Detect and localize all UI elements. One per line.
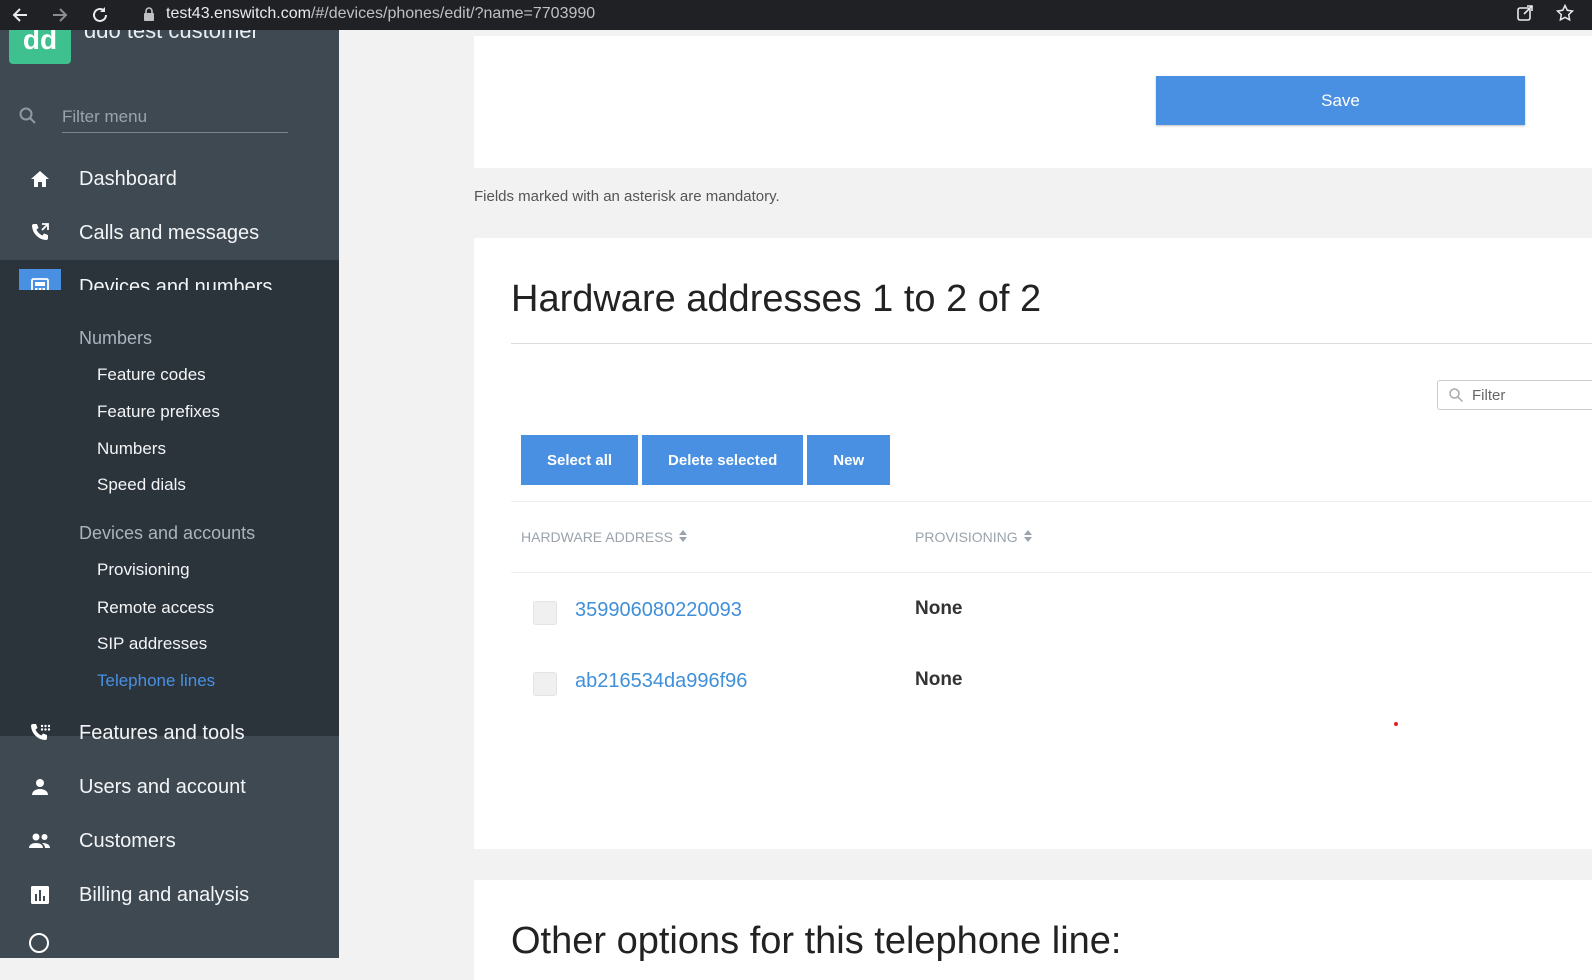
submenu-item-speed-dials[interactable]: Speed dials (97, 475, 186, 495)
divider (511, 572, 1592, 573)
home-icon (28, 167, 52, 191)
provisioning-value: None (915, 669, 963, 690)
back-arrow-icon (12, 8, 27, 22)
column-header-hardware-address[interactable]: HARDWARE ADDRESS (521, 529, 687, 545)
url-text: test43.enswitch.com/#/devices/phones/edi… (166, 5, 595, 23)
table-row: 359906080220093 None (511, 590, 1592, 650)
submenu-heading-devices-and-accounts: Devices and accounts (79, 523, 256, 543)
divider (511, 501, 1592, 502)
sidebar: dd ddo test customer Dashboard Calls and… (0, 30, 339, 958)
save-button[interactable]: Save (1156, 76, 1525, 125)
nav-label: Calls and messages (79, 221, 260, 244)
nav-label: Dashboard (79, 167, 177, 190)
reload-button[interactable] (80, 0, 120, 30)
user-icon (28, 775, 52, 799)
form-card: Save (474, 36, 1592, 168)
nav-billing-and-analysis[interactable]: Billing and analysis (0, 868, 339, 922)
hardware-addresses-card: Hardware addresses 1 to 2 of 2 Select al… (474, 238, 1592, 849)
reload-icon (93, 7, 107, 22)
submenu-item-provisioning[interactable]: Provisioning (97, 560, 190, 580)
lock-icon (142, 7, 156, 21)
back-button[interactable] (0, 0, 40, 30)
submenu-item-feature-prefixes[interactable]: Feature prefixes (97, 402, 220, 422)
phone-call-icon (28, 221, 52, 245)
table-row: ab216534da996f96 None (511, 661, 1592, 721)
section-title: Hardware addresses 1 to 2 of 2 (511, 278, 1042, 320)
submenu-heading-numbers: Numbers (79, 328, 153, 348)
brand-name[interactable]: ddo test customer (84, 30, 259, 44)
provisioning-value: None (915, 598, 963, 619)
column-header-label: HARDWARE ADDRESS (521, 529, 673, 545)
submenu-item-remote-access[interactable]: Remote access (97, 598, 214, 618)
phone-dialpad-icon (28, 721, 52, 745)
search-icon (18, 106, 38, 131)
table-filter (1437, 380, 1592, 410)
nav-dashboard[interactable]: Dashboard (0, 152, 339, 206)
forward-arrow-icon (53, 8, 68, 22)
mandatory-note: Fields marked with an asterisk are manda… (474, 188, 780, 205)
share-icon[interactable] (1516, 4, 1534, 27)
nav-label: Users and account (79, 775, 246, 798)
menu-filter (18, 102, 290, 134)
sort-icon (678, 529, 687, 545)
submenu-item-numbers[interactable]: Numbers (97, 439, 166, 459)
new-button[interactable]: New (807, 435, 891, 485)
people-icon (28, 829, 52, 853)
submenu-item-feature-codes[interactable]: Feature codes (97, 365, 206, 385)
nav-users-and-account[interactable]: Users and account (0, 760, 339, 814)
nav-label: Customers (79, 829, 176, 852)
bookmark-star-icon[interactable] (1555, 3, 1575, 27)
nav-features-and-tools[interactable]: Features and tools (0, 706, 339, 760)
globe-icon (28, 932, 50, 958)
filter-menu-input[interactable] (62, 102, 288, 133)
nav-label: Billing and analysis (79, 883, 250, 906)
browser-toolbar: test43.enswitch.com/#/devices/phones/edi… (0, 0, 1592, 30)
nav-label: Features and tools (79, 721, 245, 744)
divider (511, 343, 1592, 344)
search-icon (1448, 387, 1464, 403)
row-checkbox[interactable] (533, 601, 557, 625)
submenu-item-telephone-lines[interactable]: Telephone lines (97, 671, 215, 691)
other-options-card: Other options for this telephone line: (474, 880, 1592, 980)
brand-avatar[interactable]: dd (9, 30, 71, 64)
forward-button[interactable] (40, 0, 80, 30)
table-filter-input[interactable] (1470, 385, 1592, 405)
submenu-item-sip-addresses[interactable]: SIP addresses (97, 634, 207, 654)
devices-submenu: Numbers Feature codes Feature prefixes N… (0, 290, 339, 736)
url-path: /#/devices/phones/edit/?name=7703990 (310, 5, 596, 22)
delete-selected-button[interactable]: Delete selected (642, 435, 804, 485)
cursor-dot (1394, 722, 1398, 726)
table-actions: Select all Delete selected New (521, 435, 891, 485)
bar-chart-icon (28, 883, 52, 907)
column-header-provisioning[interactable]: PROVISIONING (915, 529, 1032, 545)
url-host: test43.enswitch.com (166, 5, 311, 22)
row-checkbox[interactable] (533, 672, 557, 696)
nav-customers[interactable]: Customers (0, 814, 339, 868)
nav-calls-and-messages[interactable]: Calls and messages (0, 206, 339, 260)
section-title: Other options for this telephone line: (511, 920, 1122, 962)
select-all-button[interactable]: Select all (521, 435, 639, 485)
column-header-label: PROVISIONING (915, 529, 1018, 545)
main-content: Save Fields marked with an asterisk are … (339, 30, 1592, 980)
sort-icon (1023, 529, 1032, 545)
hardware-address-link[interactable]: ab216534da996f96 (575, 670, 747, 693)
hardware-address-link[interactable]: 359906080220093 (575, 599, 742, 622)
address-bar[interactable]: test43.enswitch.com/#/devices/phones/edi… (128, 1, 1544, 27)
